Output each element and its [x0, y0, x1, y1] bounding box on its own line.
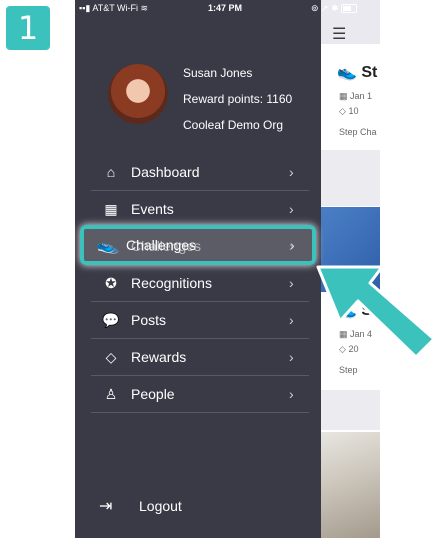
step-number-badge: 1 [6, 6, 50, 50]
menu-item-rewards[interactable]: ◇ Rewards › [91, 339, 309, 376]
calendar-icon: ▦ [104, 200, 118, 217]
highlight-label: Challenges [126, 237, 197, 253]
chevron-right-icon: › [289, 275, 294, 291]
chat-icon: 💬 [102, 311, 120, 328]
chevron-right-icon: › [290, 237, 295, 253]
diamond-icon: ◇ [105, 348, 117, 365]
challenge-card-title[interactable]: 👟 St [337, 62, 377, 82]
card-divider [321, 390, 380, 430]
menu-item-posts[interactable]: 💬 Posts › [91, 302, 309, 339]
logout-icon: ⇥ [99, 498, 113, 515]
challenge-card-date: ▦ Jan 1 [339, 91, 373, 101]
menu-item-dashboard[interactable]: ⌂ Dashboard › [91, 154, 309, 191]
menu-item-label: Posts [131, 312, 167, 328]
wifi-icon: ≋ [140, 3, 149, 13]
menu-item-people[interactable]: ♙ People › [91, 376, 309, 413]
diamond-icon: ◇ [339, 106, 346, 116]
profile-organization: Cooleaf Demo Org [183, 118, 284, 132]
challenge-card-image[interactable] [321, 432, 380, 538]
chevron-right-icon: › [289, 349, 294, 365]
home-icon: ⌂ [106, 164, 116, 180]
logout-button[interactable]: ⇥ Logout [99, 496, 182, 516]
status-time: 1:47 PM [208, 3, 243, 13]
sneaker-icon: 👟 [97, 236, 115, 253]
menu-item-label: Rewards [131, 349, 187, 365]
menu-item-label: People [131, 386, 175, 402]
chevron-right-icon: › [289, 312, 294, 328]
profile-reward-points: Reward points: 1160 [183, 92, 293, 106]
menu-item-recognitions[interactable]: ✪ Recognitions › [91, 265, 309, 302]
profile-name: Susan Jones [183, 66, 253, 80]
menu-item-label: Events [131, 201, 174, 217]
signal-icon: ▪▪▮ [79, 3, 91, 13]
carrier-label: ▪▪▮ AT&T Wi-Fi ≋ [79, 3, 149, 13]
person-icon: ♙ [104, 385, 118, 402]
chevron-right-icon: › [289, 386, 294, 402]
location-icon: ➚ [321, 3, 329, 13]
lock-rotation-icon: ⊚ [311, 3, 319, 13]
drawer-menu: ⌂ Dashboard › ▦ Events › 👟 Challenges › … [91, 154, 309, 413]
challenges-highlight-callout[interactable]: 👟 Challenges › [80, 225, 316, 265]
pointer-arrow-icon [316, 265, 436, 359]
award-icon: ✪ [105, 274, 117, 291]
sneaker-icon: 👟 [337, 64, 357, 81]
status-icons: ⊚ ➚ ✱ [311, 3, 358, 14]
status-bar: ▪▪▮ AT&T Wi-Fi ≋ 1:47 PM ⊚ ➚ ✱ [75, 0, 380, 16]
calendar-icon: ▦ [339, 91, 348, 101]
card-divider [321, 150, 380, 206]
challenge-card-points: ◇ 10 [339, 106, 359, 116]
hamburger-menu-icon[interactable]: ☰ [332, 24, 346, 44]
menu-item-label: Recognitions [131, 275, 212, 291]
bluetooth-icon: ✱ [331, 3, 339, 13]
navigation-drawer: Susan Jones Reward points: 1160 Cooleaf … [75, 0, 321, 538]
chevron-right-icon: › [289, 201, 294, 217]
menu-item-events[interactable]: ▦ Events › [91, 191, 309, 228]
logout-label: Logout [139, 498, 182, 514]
battery-icon [341, 4, 358, 14]
avatar[interactable] [108, 64, 168, 124]
menu-item-label: Dashboard [131, 164, 200, 180]
chevron-right-icon: › [289, 164, 294, 180]
challenge-card-type: Step Cha [339, 127, 377, 137]
